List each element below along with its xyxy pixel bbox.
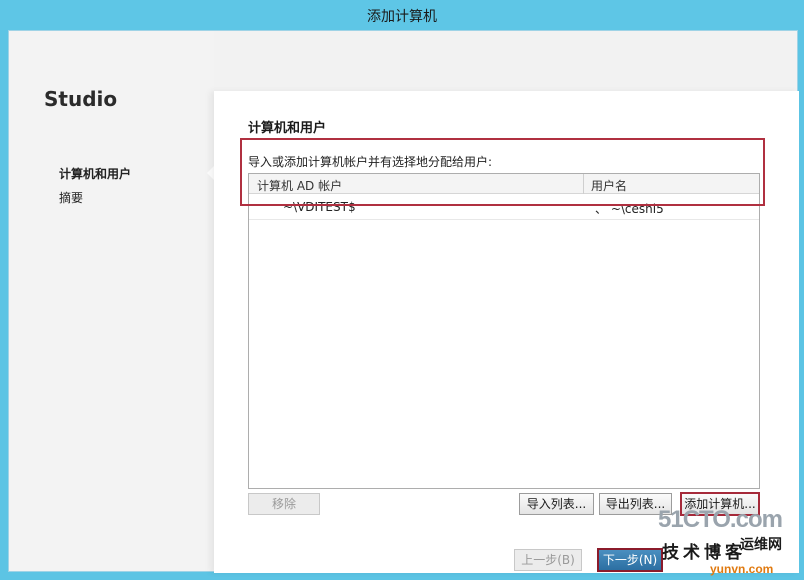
sidebar-item-summary[interactable]: 摘要: [59, 189, 83, 206]
instruction-text: 导入或添加计算机帐户并有选择地分配给用户:: [248, 155, 493, 169]
cell-computer-account: ~\VDITEST$: [283, 200, 356, 214]
add-computer-button[interactable]: 添加计算机...: [680, 492, 760, 516]
page-title: 计算机和用户: [248, 121, 327, 136]
import-list-button[interactable]: 导入列表...: [519, 493, 594, 515]
table-row[interactable]: ~\VDITEST$ 、 ~\ceshi5: [249, 194, 759, 220]
computer-user-list[interactable]: 计算机 AD 帐户 用户名 ~\VDITEST$ 、 ~\ceshi5: [248, 173, 760, 489]
brand-label: Studio: [44, 87, 118, 111]
column-header-computer[interactable]: 计算机 AD 帐户: [257, 177, 342, 194]
main-panel: 计算机和用户 导入或添加计算机帐户并有选择地分配给用户: 计算机 AD 帐户 用…: [214, 91, 799, 573]
back-button[interactable]: 上一步(B): [514, 549, 582, 571]
active-step-pointer-icon: [207, 166, 214, 180]
column-header-username[interactable]: 用户名: [591, 177, 627, 194]
sidebar-item-computers-users[interactable]: 计算机和用户: [59, 165, 131, 182]
wizard-window: Studio 计算机和用户 摘要 计算机和用户 导入或添加计算机帐户并有选择地分…: [8, 30, 799, 573]
remove-button[interactable]: 移除: [248, 493, 320, 515]
window-title: 添加计算机: [367, 9, 437, 25]
next-button[interactable]: 下一步(N): [597, 548, 663, 572]
list-header: 计算机 AD 帐户 用户名: [249, 174, 759, 194]
title-bar: 添加计算机: [0, 0, 804, 30]
sidebar: Studio 计算机和用户 摘要: [9, 31, 214, 571]
export-list-button[interactable]: 导出列表...: [599, 493, 672, 515]
column-separator[interactable]: [583, 174, 584, 194]
cell-username: 、 ~\ceshi5: [595, 202, 664, 216]
